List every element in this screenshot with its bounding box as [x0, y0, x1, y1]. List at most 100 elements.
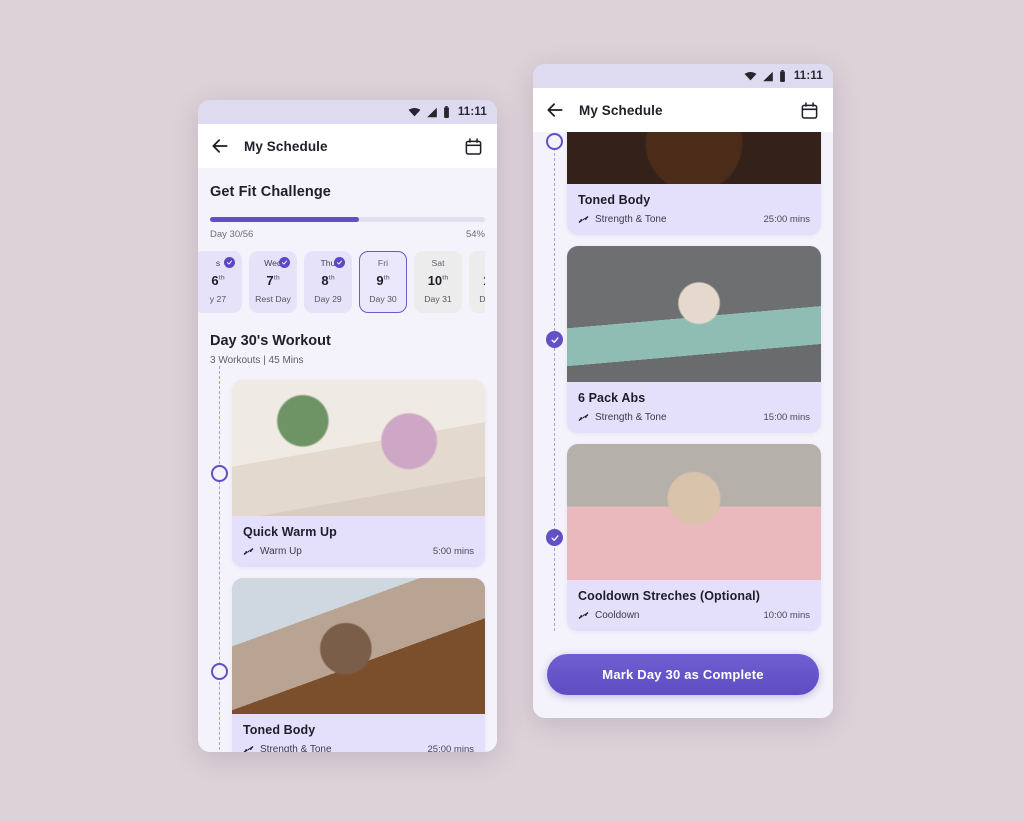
- dumbbell-icon: [578, 612, 589, 619]
- dumbbell-icon: [578, 414, 589, 421]
- timeline-node-complete[interactable]: [546, 331, 563, 348]
- workout-duration: 25:00 mins: [763, 214, 810, 225]
- day-chip-sublabel: y 27: [209, 294, 227, 305]
- wifi-icon: [408, 107, 421, 117]
- day-chip-sublabel: Day 32: [479, 294, 485, 305]
- workout-thumbnail-image: [232, 578, 485, 714]
- workout-card-body: Toned Body Strength & Tone 25:00 mins: [232, 714, 485, 752]
- day-chip-weekday: s: [215, 258, 221, 268]
- workout-category: Strength & Tone: [243, 744, 332, 752]
- workout-detail-row: Strength & Tone 15:00 mins: [578, 412, 810, 423]
- day-chip-complete-badge: [279, 257, 290, 268]
- status-bar-clock: 11:11: [457, 106, 487, 118]
- day-chip-number: 6th: [211, 272, 225, 288]
- day-chip-weekday: Sat: [431, 258, 445, 268]
- workout-title: Cooldown Streches (Optional): [578, 589, 760, 603]
- workout-title: Quick Warm Up: [243, 525, 337, 539]
- check-icon: [281, 260, 288, 265]
- workout-title: Toned Body: [578, 193, 651, 207]
- mark-day-complete-button[interactable]: Mark Day 30 as Complete: [547, 654, 819, 695]
- day-selector-strip[interactable]: s 6th y 27 Wed 7th Rest Day Thu 8th Day 29 Fri 9th…: [198, 240, 485, 325]
- workout-thumbnail[interactable]: [567, 132, 821, 184]
- workout-section-heading: Day 30's Workout: [210, 333, 331, 349]
- cta-container: Mark Day 30 as Complete: [533, 642, 833, 711]
- workout-category: Warm Up: [243, 546, 302, 557]
- day-chip-y-27[interactable]: s 6th y 27: [198, 251, 242, 313]
- workout-section-meta: 3 Workouts | 45 Mins: [210, 355, 304, 366]
- day-chip-day-32[interactable]: Sun11thDay 32: [469, 251, 485, 313]
- check-icon: [550, 534, 559, 541]
- check-icon: [336, 260, 343, 265]
- challenge-progress-fill: [210, 217, 359, 222]
- day-chip-sublabel: Rest Day: [255, 294, 291, 305]
- timeline-node-pending[interactable]: [211, 663, 228, 680]
- workout-category: Strength & Tone: [578, 214, 667, 225]
- workout-thumbnail[interactable]: [567, 246, 821, 382]
- signal-icon: [427, 107, 437, 117]
- workout-duration: 15:00 mins: [763, 412, 810, 423]
- phone-screen-right: 11:11 My Schedule Toned Body Strength & T…: [533, 64, 833, 718]
- challenge-name: Get Fit Challenge: [210, 184, 331, 200]
- check-icon: [550, 336, 559, 343]
- workout-card[interactable]: Quick Warm Up Warm Up 5:00 mins: [232, 380, 485, 567]
- calendar-icon[interactable]: [800, 101, 819, 120]
- day-chip-sublabel: Day 30: [369, 294, 397, 305]
- status-bar: 11:11: [198, 100, 497, 124]
- day-chip-rest-day[interactable]: Wed 7th Rest Day: [249, 251, 297, 313]
- workout-card-body: Quick Warm Up Warm Up 5:00 mins: [232, 516, 485, 567]
- timeline-rail: [219, 366, 220, 752]
- timeline-node-pending[interactable]: [211, 465, 228, 482]
- day-chip-day-30[interactable]: Fri 9th Day 30: [359, 251, 407, 313]
- day-chip-sublabel: Day 31: [424, 294, 452, 305]
- workout-duration: 10:00 mins: [763, 610, 810, 621]
- workout-thumbnail-image: [232, 380, 485, 516]
- workout-detail-row: Warm Up 5:00 mins: [243, 546, 474, 557]
- day-chip-day-31[interactable]: Sat 10th Day 31: [414, 251, 462, 313]
- timeline-node-complete[interactable]: [546, 529, 563, 546]
- workout-title: Toned Body: [243, 723, 316, 737]
- workout-card[interactable]: 6 Pack Abs Strength & Tone 15:00 mins: [567, 246, 821, 433]
- workout-thumbnail-image: [567, 132, 821, 184]
- left-scroll-viewport[interactable]: Get Fit Challenge Day 30/56 54% s 6th y 27…: [198, 168, 497, 752]
- phone-screen-left: 11:11 My Schedule Get Fit Challenge Day …: [198, 100, 497, 752]
- day-chip-weekday: Fri: [377, 258, 389, 268]
- workout-card[interactable]: Cooldown Streches (Optional) Cooldown 10:0…: [567, 444, 821, 631]
- challenge-progress-bar: [210, 217, 485, 222]
- workout-duration: 25:00 mins: [427, 744, 474, 752]
- right-scroll-viewport[interactable]: Toned Body Strength & Tone 25:00 mins 6 Pac…: [533, 132, 833, 718]
- workout-category: Strength & Tone: [578, 412, 667, 423]
- arrow-left-icon[interactable]: [545, 100, 565, 120]
- timeline-rail: [554, 132, 555, 631]
- status-bar-clock: 11:11: [793, 70, 823, 82]
- status-bar: 11:11: [533, 64, 833, 88]
- day-chip-number: 11th: [483, 274, 485, 287]
- day-chip-number: 10th: [427, 272, 449, 288]
- arrow-left-icon[interactable]: [210, 136, 230, 156]
- app-bar: My Schedule: [533, 88, 833, 132]
- dumbbell-icon: [578, 216, 589, 223]
- timeline-node-pending[interactable]: [546, 133, 563, 150]
- day-chip-number: 7th: [266, 272, 280, 288]
- signal-icon: [763, 71, 773, 81]
- calendar-icon[interactable]: [464, 137, 483, 156]
- workout-category-label: Strength & Tone: [260, 744, 332, 752]
- challenge-percent-label: 54%: [465, 229, 485, 240]
- workout-card[interactable]: Toned Body Strength & Tone 25:00 mins: [232, 578, 485, 752]
- dumbbell-icon: [243, 548, 254, 555]
- workout-card-body: Toned Body Strength & Tone 25:00 mins: [567, 184, 821, 235]
- page-title: My Schedule: [579, 102, 663, 118]
- app-bar: My Schedule: [198, 124, 497, 168]
- right-workout-timeline: Toned Body Strength & Tone 25:00 mins 6 Pac…: [533, 132, 833, 631]
- workout-card[interactable]: Toned Body Strength & Tone 25:00 mins: [567, 132, 821, 235]
- workout-category-label: Strength & Tone: [595, 412, 667, 423]
- day-chip-number: 8th: [321, 272, 335, 288]
- day-chip-day-29[interactable]: Thu 8th Day 29: [304, 251, 352, 313]
- challenge-block: Get Fit Challenge Day 30/56 54% s 6th y 27…: [198, 168, 497, 325]
- workout-thumbnail[interactable]: [232, 578, 485, 714]
- workout-thumbnail[interactable]: [232, 380, 485, 516]
- workout-category-label: Cooldown: [595, 610, 640, 621]
- workout-thumbnail[interactable]: [567, 444, 821, 580]
- workout-title: 6 Pack Abs: [578, 391, 646, 405]
- day-chip-complete-badge: [224, 257, 235, 268]
- workout-card-body: Cooldown Streches (Optional) Cooldown 10:0…: [567, 580, 821, 631]
